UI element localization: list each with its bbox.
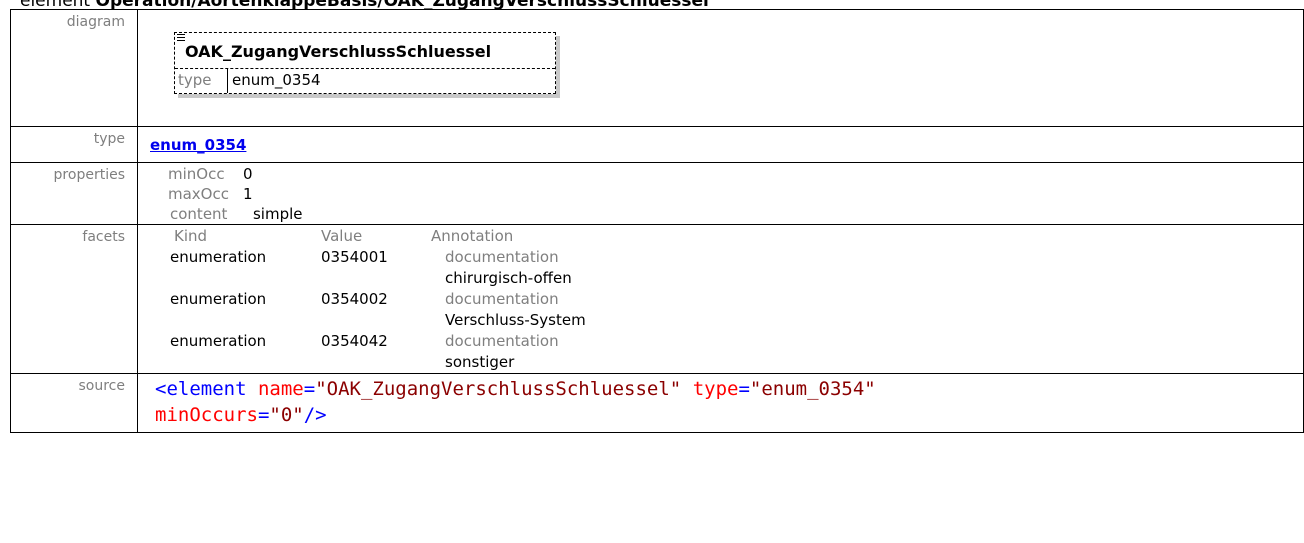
source-attr-minoccurs-value: "0" bbox=[269, 404, 304, 426]
property-value: simple bbox=[252, 205, 303, 223]
property-value: 1 bbox=[242, 185, 253, 203]
property-key: content bbox=[170, 205, 228, 223]
facet-row: enumeration 0354042 documentation bbox=[166, 331, 586, 352]
diagram-box[interactable]: OAK_ZugangVerschlussSchluessel type enum… bbox=[174, 32, 556, 94]
type-row: type enum_0354 bbox=[10, 126, 1304, 163]
source-row: source <element name="OAK_ZugangVerschlu… bbox=[10, 373, 1304, 433]
facet-doc-label: documentation bbox=[445, 332, 559, 350]
source-attr-name-value: "OAK_ZugangVerschlussSchluessel" bbox=[315, 378, 682, 400]
source-code: <element name="OAK_ZugangVerschlussSchlu… bbox=[137, 373, 1304, 433]
facet-kind: enumeration bbox=[170, 290, 267, 308]
type-link[interactable]: enum_0354 bbox=[150, 136, 246, 154]
facet-doc-label: documentation bbox=[445, 290, 559, 308]
diagram-label: diagram bbox=[10, 9, 138, 127]
diagram-cell: OAK_ZugangVerschlussSchluessel type enum… bbox=[137, 9, 1304, 127]
source-eq: = bbox=[257, 404, 270, 426]
source-label: source bbox=[10, 373, 138, 433]
facet-value: 0354002 bbox=[321, 290, 388, 308]
type-cell: enum_0354 bbox=[137, 126, 1304, 163]
diagram-row: diagram OAK_ZugangVerschlussSchluessel t… bbox=[10, 9, 1304, 127]
facets-header-row: Kind Value Annotation bbox=[166, 226, 586, 247]
facet-row: enumeration 0354002 documentation bbox=[166, 289, 586, 310]
facets-header-annotation: Annotation bbox=[431, 227, 514, 245]
property-row: content simple bbox=[168, 204, 303, 224]
property-key: minOcc bbox=[168, 165, 225, 183]
diagram-type-label: type bbox=[178, 71, 212, 89]
diagram-type-divider bbox=[227, 69, 228, 93]
facet-value: 0354001 bbox=[321, 248, 388, 266]
diagram-title: OAK_ZugangVerschlussSchluessel bbox=[185, 42, 492, 61]
facet-doc-text: sonstiger bbox=[445, 353, 515, 371]
facet-kind: enumeration bbox=[170, 248, 267, 266]
facet-doc-row: chirurgisch-offen bbox=[166, 268, 586, 289]
facets-cell: Kind Value Annotation enumeration 035400… bbox=[137, 224, 1304, 374]
diagram-type-value: enum_0354 bbox=[232, 71, 321, 89]
facet-doc-text: chirurgisch-offen bbox=[445, 269, 572, 287]
source-close-tag: /> bbox=[303, 404, 327, 426]
properties-row: properties minOcc 0 maxOcc 1 content sim… bbox=[10, 162, 1304, 225]
sequence-icon bbox=[177, 34, 185, 43]
source-attr-minoccurs: minOccurs bbox=[155, 404, 258, 426]
diagram-divider bbox=[175, 68, 555, 69]
source-attr-type-value: "enum_0354" bbox=[749, 378, 876, 400]
property-row: minOcc 0 bbox=[168, 164, 303, 184]
facets-row: facets Kind Value Annotation enumeration… bbox=[10, 224, 1304, 374]
facets-header-kind: Kind bbox=[174, 227, 208, 245]
facet-doc-row: Verschluss-System bbox=[166, 310, 586, 331]
facets-table: Kind Value Annotation enumeration 035400… bbox=[166, 226, 586, 373]
facet-row: enumeration 0354001 documentation bbox=[166, 247, 586, 268]
facet-doc-row: sonstiger bbox=[166, 352, 586, 373]
facets-header-value: Value bbox=[321, 227, 363, 245]
properties-label: properties bbox=[10, 162, 138, 225]
source-eq: = bbox=[738, 378, 750, 400]
source-eq: = bbox=[303, 378, 316, 400]
facet-doc-text: Verschluss-System bbox=[445, 311, 586, 329]
facet-value: 0354042 bbox=[321, 332, 388, 350]
source-open-tag: <element bbox=[155, 378, 247, 400]
facets-label: facets bbox=[10, 224, 138, 374]
properties-table: minOcc 0 maxOcc 1 content simple bbox=[168, 164, 303, 224]
element-doc-table: diagram OAK_ZugangVerschlussSchluessel t… bbox=[10, 9, 1304, 433]
property-value: 0 bbox=[242, 165, 253, 183]
source-attr-name: name bbox=[257, 378, 304, 400]
type-label: type bbox=[10, 126, 138, 163]
properties-cell: minOcc 0 maxOcc 1 content simple bbox=[137, 162, 1304, 225]
property-key: maxOcc bbox=[168, 185, 229, 203]
source-attr-type: type bbox=[692, 378, 739, 400]
facet-doc-label: documentation bbox=[445, 248, 559, 266]
facet-kind: enumeration bbox=[170, 332, 267, 350]
property-row: maxOcc 1 bbox=[168, 184, 303, 204]
